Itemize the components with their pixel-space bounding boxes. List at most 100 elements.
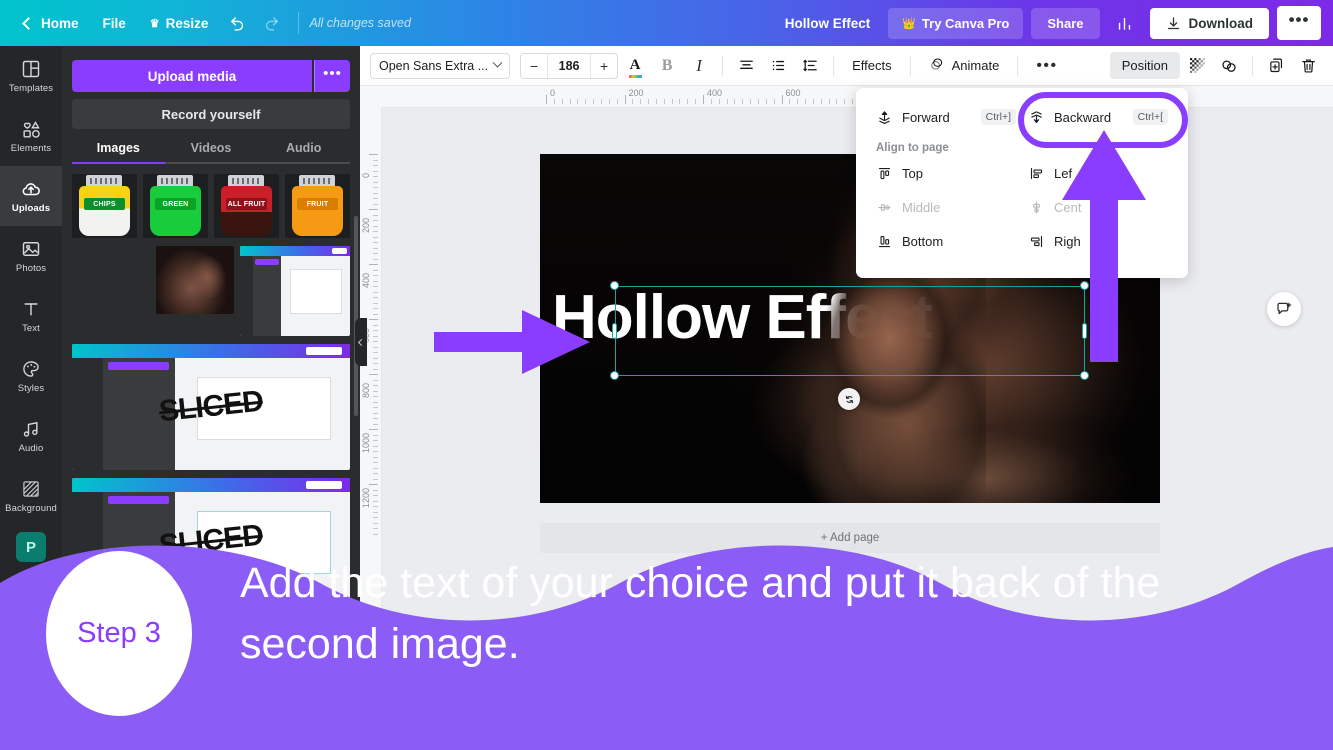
selection-handle-left[interactable] — [612, 323, 617, 339]
selection-handle-bottom-right[interactable] — [1080, 371, 1089, 380]
animate-button[interactable]: Animate — [919, 50, 1010, 81]
ruler-minor-tick — [679, 99, 681, 104]
link-button[interactable] — [1214, 51, 1244, 81]
pack-label: FRUIT — [297, 198, 338, 210]
rotate-handle[interactable] — [838, 388, 860, 410]
selection-handle-top-left[interactable] — [610, 281, 619, 290]
ruler-label: 0 — [550, 88, 556, 98]
ruler-minor-tick — [373, 165, 378, 166]
align-top-item[interactable]: Top — [870, 156, 1022, 190]
toolbar-more-button[interactable]: ••• — [1026, 51, 1067, 81]
sidebar-item-uploads[interactable]: Uploads — [0, 166, 62, 226]
bold-button[interactable]: B — [652, 51, 682, 81]
ruler-tick — [369, 264, 378, 265]
position-forward-item[interactable]: Forward Ctrl+] — [870, 100, 1022, 134]
sidebar-item-styles[interactable]: Styles — [0, 346, 62, 406]
thumbnail-pack-green[interactable]: GREEN — [143, 174, 208, 238]
ruler-label: 200 — [361, 217, 371, 233]
selection-handle-bottom-left[interactable] — [610, 371, 619, 380]
thumbnail-pack-red[interactable]: ALL FRUIT — [214, 174, 279, 238]
download-button[interactable]: Download — [1149, 7, 1269, 39]
tabs-underline — [72, 162, 350, 164]
redo-button[interactable] — [254, 6, 288, 40]
banner-content: Step 3 Add the text of your choice and p… — [0, 535, 1333, 750]
ruler-minor-tick — [373, 412, 378, 414]
ruler-minor-tick — [663, 99, 665, 104]
align-left-icon — [1028, 165, 1044, 181]
uploads-panel-scrollbar[interactable] — [354, 216, 358, 416]
screenshot-upload-button — [108, 361, 170, 371]
effects-button[interactable]: Effects — [842, 52, 902, 79]
try-canva-pro-button[interactable]: 👑 Try Canva Pro — [888, 7, 1024, 39]
position-button[interactable]: Position — [1109, 52, 1180, 79]
background-icon — [21, 478, 41, 500]
thumbnail-canva-screenshot-1[interactable] — [240, 246, 350, 336]
ruler-minor-tick — [373, 346, 378, 348]
sidebar-item-audio[interactable]: Audio — [0, 406, 62, 466]
delete-button[interactable] — [1293, 51, 1323, 81]
ruler-minor-tick — [812, 99, 814, 104]
resize-label: Resize — [165, 15, 209, 31]
top-bar-left-group: Home File ♛ Resize All changes saved — [0, 6, 411, 40]
sidebar-item-background[interactable]: Background — [0, 466, 62, 526]
thumbnail-pack-orange[interactable]: FRUIT — [285, 174, 350, 238]
resize-button[interactable]: ♛ Resize — [138, 10, 221, 37]
collapse-panel-handle[interactable] — [355, 318, 367, 366]
pack-label: GREEN — [155, 198, 196, 210]
ruler-minor-tick — [373, 363, 378, 364]
sidebar-item-text[interactable]: Text — [0, 286, 62, 346]
ruler-minor-tick — [373, 335, 378, 337]
upload-media-button[interactable]: Upload media — [72, 60, 312, 92]
sidebar-item-templates[interactable]: Templates — [0, 46, 62, 106]
sidebar-label-templates: Templates — [8, 83, 54, 94]
share-button[interactable]: Share — [1031, 7, 1100, 39]
home-button[interactable]: Home — [12, 10, 91, 37]
thumbnail-canva-screenshot-2[interactable]: SLICED — [72, 344, 350, 470]
ruler-minor-tick — [373, 473, 378, 474]
ruler-minor-tick — [553, 99, 555, 104]
transparency-button[interactable] — [1182, 51, 1212, 81]
ruler-minor-tick — [593, 99, 595, 104]
thumbnail-portrait-photo[interactable] — [156, 246, 235, 314]
sidebar-label-text: Text — [22, 323, 40, 334]
tab-images[interactable]: Images — [72, 141, 165, 162]
uploads-panel-header: Upload media ••• Record yourself Images … — [62, 46, 360, 164]
ruler-tick — [703, 95, 704, 104]
record-yourself-button[interactable]: Record yourself — [72, 99, 350, 129]
file-menu-button[interactable]: File — [91, 10, 138, 37]
upload-media-more-button[interactable]: ••• — [314, 60, 350, 92]
upload-media-row: Upload media ••• — [72, 60, 350, 92]
italic-button[interactable]: I — [684, 51, 714, 81]
insights-button[interactable] — [1108, 6, 1142, 40]
text-color-button[interactable]: A — [620, 51, 650, 81]
ruler-minor-tick — [734, 99, 736, 104]
sidebar-item-photos[interactable]: Photos — [0, 226, 62, 286]
font-size-increase-button[interactable]: + — [591, 54, 617, 78]
ruler-minor-tick — [750, 99, 752, 104]
font-size-decrease-button[interactable]: − — [521, 54, 547, 78]
font-size-value[interactable]: 186 — [547, 53, 592, 78]
sidebar-item-elements[interactable]: Elements — [0, 106, 62, 166]
ruler-minor-tick — [373, 495, 378, 496]
toolbar-divider — [722, 55, 724, 76]
ruler-label: 800 — [361, 382, 371, 398]
ruler-minor-tick — [805, 99, 807, 104]
tab-audio[interactable]: Audio — [257, 141, 350, 162]
ruler-minor-tick — [757, 99, 759, 104]
add-comment-button[interactable] — [1267, 292, 1301, 326]
document-title[interactable]: Hollow Effect — [775, 10, 881, 37]
top-bar-more-button[interactable]: ••• — [1277, 6, 1321, 40]
duplicate-button[interactable] — [1261, 51, 1291, 81]
undo-button[interactable] — [220, 6, 254, 40]
align-middle-item[interactable]: Middle — [870, 190, 1022, 224]
font-family-select[interactable]: Open Sans Extra ... — [370, 52, 511, 79]
bullet-list-button[interactable] — [763, 51, 793, 81]
tab-videos[interactable]: Videos — [165, 141, 258, 162]
line-spacing-button[interactable] — [795, 51, 825, 81]
align-bottom-item[interactable]: Bottom — [870, 224, 1022, 258]
thumbnail-pack-white[interactable]: CHIPS — [72, 174, 137, 238]
ruler-tick — [369, 209, 378, 210]
uploads-cloud-icon — [20, 178, 42, 200]
text-align-button[interactable] — [731, 51, 761, 81]
chevron-left-icon — [22, 16, 35, 30]
